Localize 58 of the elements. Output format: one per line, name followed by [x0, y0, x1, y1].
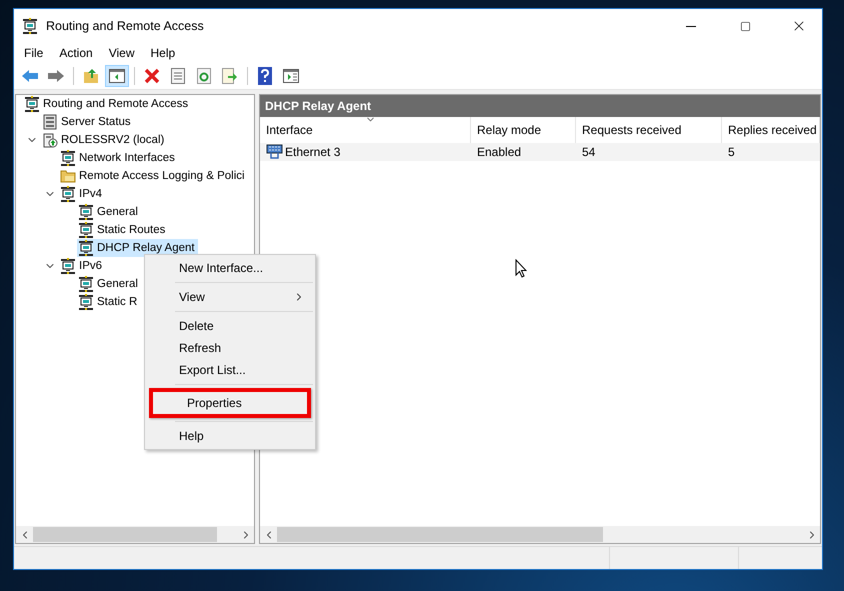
menu-item[interactable]: Help	[145, 425, 315, 447]
computer-icon	[60, 150, 76, 166]
menu-item[interactable]: View	[145, 286, 315, 308]
server-icon	[42, 132, 58, 148]
tree-item[interactable]: IPv6	[59, 257, 106, 275]
computer-icon	[78, 276, 94, 292]
menu-item[interactable]: Delete	[145, 315, 315, 337]
window-pane-icon	[283, 69, 299, 83]
tree-item[interactable]: Static R	[77, 293, 140, 311]
folder-icon	[83, 68, 99, 84]
computer-icon	[60, 186, 76, 202]
menu-item[interactable]: Properties	[149, 388, 311, 418]
tree-item[interactable]: General	[77, 203, 141, 221]
forward-arrow-icon	[47, 69, 65, 83]
table-cell: 5	[728, 145, 735, 159]
menu-item[interactable]: Refresh	[145, 337, 315, 359]
export-icon	[222, 68, 238, 84]
window-pane-icon	[109, 69, 125, 83]
pane-header: DHCP Relay Agent	[260, 95, 820, 117]
tree-item[interactable]: Server Status	[41, 113, 134, 131]
tree-item[interactable]: IPv4	[59, 185, 106, 203]
folder-icon	[60, 168, 76, 184]
computer-icon	[78, 240, 94, 256]
mouse-cursor-icon	[515, 259, 527, 278]
computer-icon	[78, 204, 94, 220]
tree-item[interactable]: Network Interfaces	[59, 149, 178, 167]
tree-item[interactable]: ROLESSRV2 (local)	[41, 131, 168, 149]
refresh-icon	[197, 68, 211, 84]
horizontal-scrollbar[interactable]	[260, 526, 820, 543]
computer-icon	[22, 18, 38, 34]
menu-item[interactable]: View	[100, 46, 142, 60]
menu-item[interactable]: File	[16, 46, 52, 60]
computer-icon	[78, 222, 94, 238]
horizontal-scrollbar[interactable]	[16, 526, 254, 543]
menu-item[interactable]: New Interface...	[145, 257, 315, 279]
menu-item[interactable]: Export List...	[145, 359, 315, 381]
tree-item[interactable]: General	[77, 275, 141, 293]
table-cell: Ethernet 3	[285, 145, 340, 159]
toolbar-button[interactable]	[105, 65, 129, 87]
maximize-icon	[740, 20, 750, 32]
tree-item[interactable]: Static Routes	[77, 221, 168, 239]
menu-item[interactable]: Action	[51, 46, 101, 60]
help-icon	[258, 67, 272, 85]
tree-item[interactable]: Remote Access Logging & Polici	[59, 167, 248, 185]
menu-label: View	[179, 290, 205, 304]
computer-icon	[78, 294, 94, 310]
back-arrow-icon	[21, 69, 39, 83]
window-title: Routing and Remote Access	[46, 19, 205, 33]
network-adapter-icon	[266, 144, 283, 160]
delete-icon	[144, 68, 160, 84]
table-cell: 54	[582, 145, 596, 159]
properties-icon	[171, 68, 185, 84]
table-cell: Enabled	[477, 145, 522, 159]
tree-item[interactable]: Routing and Remote Access	[23, 95, 192, 113]
tree-item[interactable]: DHCP Relay Agent	[77, 239, 198, 257]
computer-icon	[60, 258, 76, 274]
server-icon	[42, 114, 58, 130]
menu-item[interactable]: Help	[142, 46, 184, 60]
